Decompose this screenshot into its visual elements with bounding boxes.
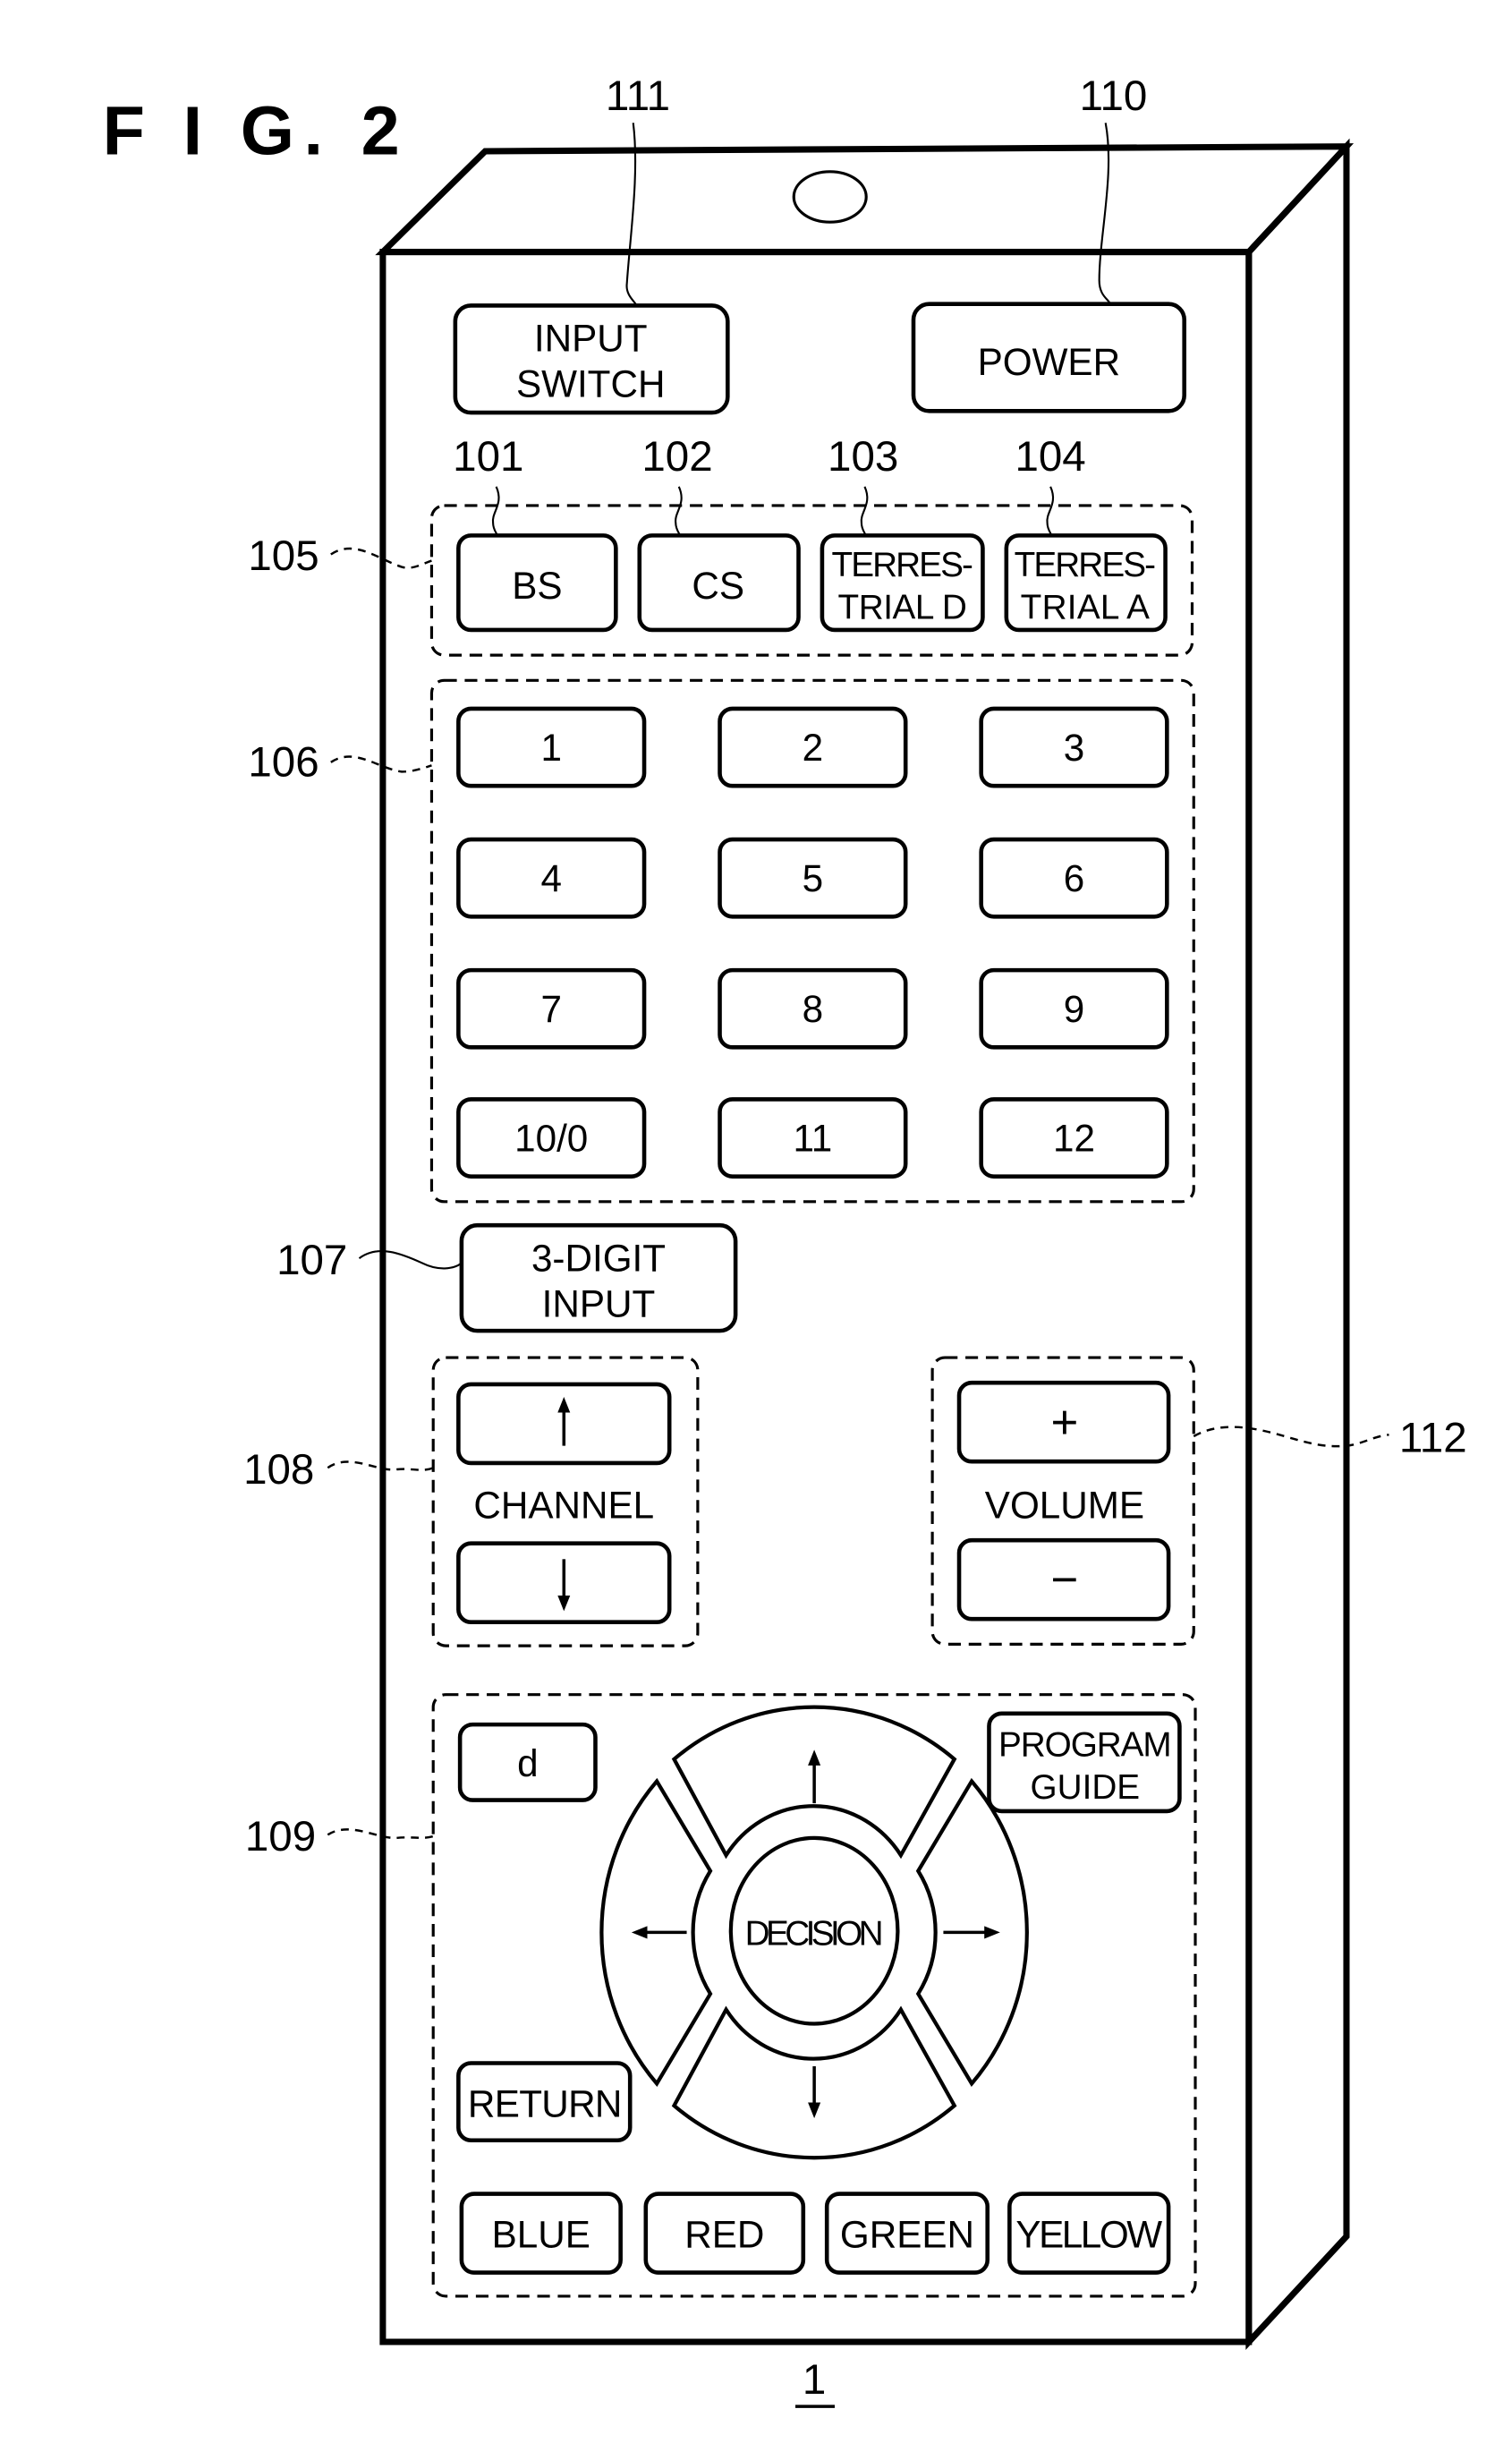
green-label: GREEN xyxy=(840,2213,974,2255)
numeric-key-3[interactable]: 3 xyxy=(979,706,1169,788)
bs-button[interactable]: BS xyxy=(456,533,618,633)
numeric-key-label: 6 xyxy=(1064,857,1084,899)
ref-label-102: 102 xyxy=(641,433,712,481)
numeric-key-4[interactable]: 4 xyxy=(456,837,647,919)
numeric-keypad: 1 2 34 5 67 8 910/0 11 12 xyxy=(456,706,1169,1179)
red-button[interactable]: RED xyxy=(643,2192,806,2275)
input-switch-label-line2: SWITCH xyxy=(516,363,666,405)
blue-label: BLUE xyxy=(492,2213,590,2255)
numeric-key-label: 2 xyxy=(803,727,823,769)
device-ref-label: 1 xyxy=(803,2356,826,2404)
numeric-key-label: 3 xyxy=(1064,727,1084,769)
numeric-key-label: 5 xyxy=(803,857,823,899)
cs-button[interactable]: CS xyxy=(637,533,801,633)
figure-canvas: F I G. 2 111 INPUT SWITCH 110 POWER 101 … xyxy=(103,72,1467,2408)
leader-line-104 xyxy=(1046,486,1055,538)
numeric-key-label: 4 xyxy=(540,857,561,899)
minus-icon: − xyxy=(1051,1553,1079,1606)
volume-down-button[interactable]: − xyxy=(956,1537,1171,1622)
plus-icon: + xyxy=(1051,1396,1079,1449)
three-digit-label-line2: INPUT xyxy=(542,1282,656,1324)
ref-label-107: 107 xyxy=(276,1237,347,1284)
leader-line-102 xyxy=(675,486,683,538)
yellow-button[interactable]: YELLOW xyxy=(1007,2192,1171,2275)
remote-top-face xyxy=(375,143,1355,256)
numeric-key-12[interactable]: 12 xyxy=(979,1097,1169,1179)
numeric-key-10-0[interactable]: 10/0 xyxy=(456,1097,647,1179)
return-label: RETURN xyxy=(468,2082,622,2124)
red-label: RED xyxy=(684,2213,764,2255)
power-button[interactable]: POWER xyxy=(911,302,1186,413)
leader-line-107 xyxy=(358,1250,463,1270)
program-guide-button[interactable]: PROGRAM GUIDE xyxy=(987,1711,1182,1814)
input-switch-label-line1: INPUT xyxy=(534,317,648,359)
numeric-key-7[interactable]: 7 xyxy=(456,967,647,1050)
d-label: d xyxy=(517,1742,538,1784)
ref-label-103: 103 xyxy=(828,433,898,481)
numeric-key-label: 1 xyxy=(540,727,561,769)
numeric-key-1[interactable]: 1 xyxy=(456,706,647,788)
three-digit-input-button[interactable]: 3-DIGIT INPUT xyxy=(459,1222,738,1333)
ref-label-112: 112 xyxy=(1399,1415,1467,1462)
numeric-key-2[interactable]: 2 xyxy=(718,706,908,788)
numeric-key-label: 12 xyxy=(1053,1118,1095,1160)
numeric-key-11[interactable]: 11 xyxy=(718,1097,908,1179)
channel-up-button[interactable] xyxy=(456,1382,672,1466)
leader-line-112 xyxy=(1193,1426,1389,1448)
numeric-key-5[interactable]: 5 xyxy=(718,837,908,919)
color-button-row: BLUE RED GREEN YELLOW xyxy=(459,2192,1171,2275)
terrestrial-digital-label-line1: TERRES- xyxy=(831,546,973,584)
terrestrial-analog-button[interactable]: TERRES- TRIAL A xyxy=(1004,533,1168,633)
green-button[interactable]: GREEN xyxy=(824,2192,990,2275)
terrestrial-analog-label-line1: TERRES- xyxy=(1015,546,1156,584)
channel-down-button[interactable] xyxy=(456,1541,672,1625)
decision-label: DECISION xyxy=(745,1915,884,1954)
numeric-key-label: 8 xyxy=(803,988,823,1030)
program-guide-label-line2: GUIDE xyxy=(1031,1768,1141,1807)
ir-emitter-icon xyxy=(792,170,868,224)
cs-label: CS xyxy=(692,565,744,607)
terrestrial-analog-label-line2: TRIAL A xyxy=(1021,589,1150,627)
three-digit-label-line1: 3-DIGIT xyxy=(531,1237,666,1279)
decision-button[interactable]: DECISION xyxy=(728,1835,900,2026)
ref-label-108: 108 xyxy=(243,1446,314,1494)
remote-side-face xyxy=(1245,138,1350,2350)
bs-label: BS xyxy=(512,565,562,607)
numeric-key-9[interactable]: 9 xyxy=(979,967,1169,1050)
ref-label-105: 105 xyxy=(248,532,319,580)
ref-label-106: 106 xyxy=(248,739,319,787)
ref-label-109: 109 xyxy=(245,1813,316,1860)
channel-label: CHANNEL xyxy=(473,1485,654,1527)
terrestrial-digital-button[interactable]: TERRES- TRIAL D xyxy=(820,533,985,633)
direction-pad: DECISION xyxy=(599,1705,1029,2160)
numeric-key-label: 7 xyxy=(540,988,561,1030)
numeric-key-8[interactable]: 8 xyxy=(718,967,908,1050)
numeric-key-label: 10/0 xyxy=(514,1118,588,1160)
ref-label-111: 111 xyxy=(606,72,670,120)
terrestrial-digital-label-line2: TRIAL D xyxy=(838,589,967,627)
leader-line-101 xyxy=(492,486,500,538)
volume-label: VOLUME xyxy=(985,1485,1144,1527)
numeric-key-label: 9 xyxy=(1064,988,1084,1030)
power-label: POWER xyxy=(978,341,1121,383)
d-button[interactable]: d xyxy=(457,1722,598,1802)
leader-line-103 xyxy=(860,486,869,538)
return-button[interactable]: RETURN xyxy=(456,2061,633,2143)
ref-label-101: 101 xyxy=(453,433,523,481)
ref-label-104: 104 xyxy=(1015,433,1085,481)
ref-label-110: 110 xyxy=(1080,72,1148,120)
input-switch-button[interactable]: INPUT SWITCH xyxy=(453,303,730,415)
program-guide-label-line1: PROGRAM xyxy=(998,1725,1172,1764)
blue-button[interactable]: BLUE xyxy=(459,2192,623,2275)
yellow-label: YELLOW xyxy=(1015,2213,1162,2255)
figure-title: F I G. 2 xyxy=(103,92,410,169)
numeric-key-6[interactable]: 6 xyxy=(979,837,1169,919)
volume-up-button[interactable]: + xyxy=(956,1380,1171,1464)
numeric-key-label: 11 xyxy=(793,1118,832,1160)
